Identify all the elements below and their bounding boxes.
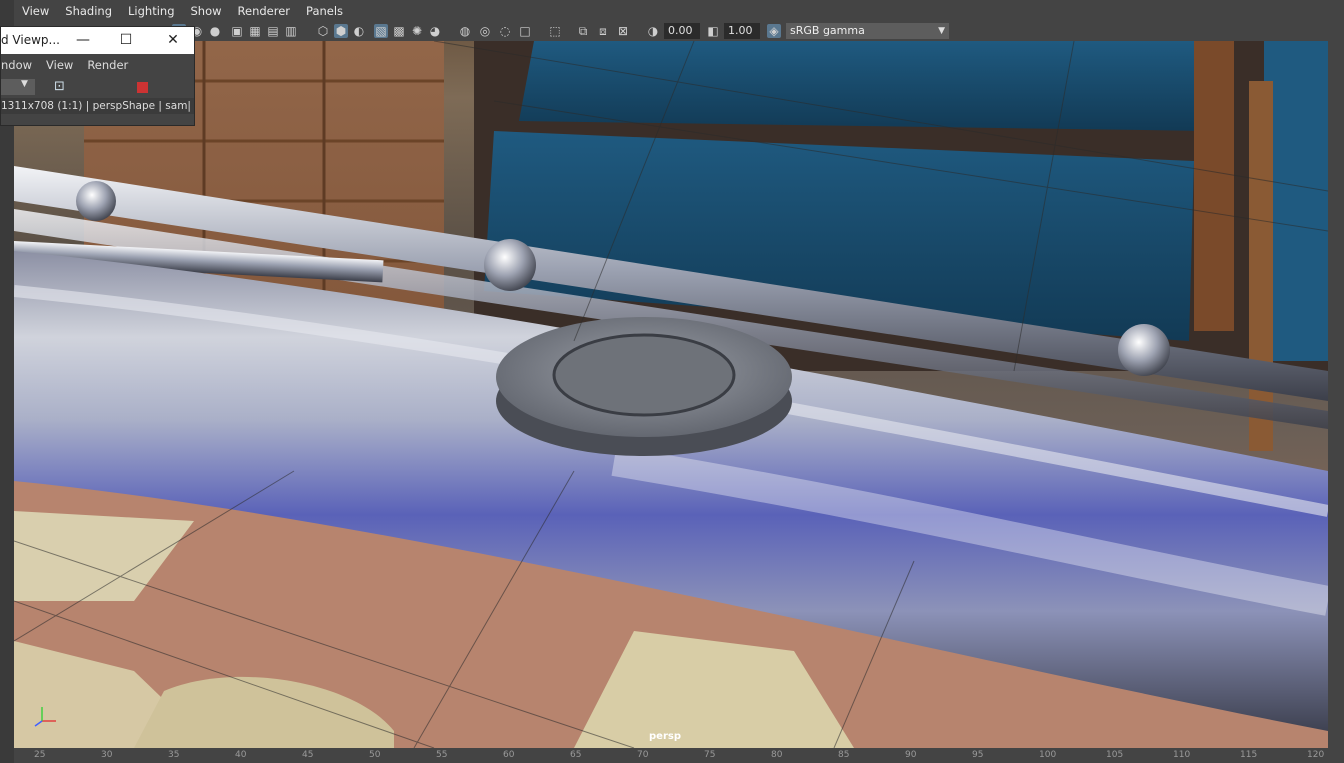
ambient-occlusion-icon[interactable]: ◍ <box>458 24 472 38</box>
menu-view[interactable]: View <box>14 0 57 22</box>
timeline-tick: 65 <box>570 750 582 760</box>
checker-icon[interactable]: ▩ <box>392 24 406 38</box>
timeline-tick: 110 <box>1173 750 1191 760</box>
image-plane-icon[interactable]: ▣ <box>230 24 244 38</box>
panel-toolbar: ■ ◉ ● ▣ ▦ ▤ ▥ ⬡ ⬢ ◐ ▧ ▩ ✺ ◕ ◍ ◎ ◌ □ ⬚ ⧉ … <box>14 22 1344 41</box>
antialiasing-icon[interactable]: ◌ <box>498 24 512 38</box>
isolate-select-icon[interactable]: □ <box>518 24 532 38</box>
timeline-tick: 100 <box>1039 750 1057 760</box>
color-management-icon[interactable]: ◈ <box>767 24 781 38</box>
smooth-shade-icon[interactable]: ⬢ <box>334 24 348 38</box>
timeline-tick: 55 <box>436 750 448 760</box>
panel-menubar: View Shading Lighting Show Renderer Pane… <box>14 0 1344 22</box>
time-slider[interactable]: 25 30 35 40 45 50 55 60 65 70 75 80 85 90 95 100 105 110 1… <box>14 748 1344 763</box>
timeline-tick: 25 <box>34 750 46 760</box>
menu-lighting[interactable]: Lighting <box>120 0 182 22</box>
bookmark-icon[interactable]: ● <box>208 24 222 38</box>
film-gate-icon[interactable]: ▤ <box>266 24 280 38</box>
timeline-tick: 105 <box>1106 750 1124 760</box>
stop-render-icon[interactable] <box>137 82 148 93</box>
render-view-titlebar[interactable]: d Viewp... — ☐ ✕ <box>1 27 194 54</box>
timeline-tick: 50 <box>369 750 381 760</box>
xray-components-icon[interactable]: ⧈ <box>596 24 610 38</box>
minimize-icon[interactable]: — <box>73 31 93 49</box>
timeline-tick: 90 <box>905 750 917 760</box>
xray-icon[interactable]: ⬚ <box>548 24 562 38</box>
menu-render-view[interactable]: View <box>46 58 73 72</box>
exposure-field[interactable]: 0.00 <box>664 23 700 39</box>
close-icon[interactable]: ✕ <box>163 31 183 49</box>
motion-blur-icon[interactable]: ◎ <box>478 24 492 38</box>
timeline-tick: 30 <box>101 750 113 760</box>
view-transform-select[interactable]: sRGB gamma ▼ <box>786 23 949 39</box>
render-view-toolbar: ▼ ⊡ <box>1 76 194 98</box>
resolution-gate-icon[interactable]: ▥ <box>284 24 298 38</box>
lights-icon[interactable]: ✺ <box>410 24 424 38</box>
exposure-icon[interactable]: ◑ <box>646 24 660 38</box>
xray-joints-icon[interactable]: ⧉ <box>576 24 590 38</box>
menu-renderer[interactable]: Renderer <box>230 0 299 22</box>
menu-shading[interactable]: Shading <box>57 0 120 22</box>
menu-panels[interactable]: Panels <box>298 0 351 22</box>
menu-render[interactable]: Render <box>87 58 128 72</box>
render-viewport[interactable]: persp <box>14 41 1328 748</box>
menu-window[interactable]: ndow <box>1 58 32 72</box>
crop-icon[interactable]: ⊠ <box>616 24 630 38</box>
timeline-tick: 80 <box>771 750 783 760</box>
render-view-window: d Viewp... — ☐ ✕ ndow View Render ▼ ⊡ 13… <box>0 26 195 126</box>
timeline-tick: 60 <box>503 750 515 760</box>
camera-label: persp <box>649 731 681 742</box>
timeline-tick: 115 <box>1240 750 1258 760</box>
menu-show[interactable]: Show <box>183 0 230 22</box>
grid-icon[interactable]: ▦ <box>248 24 262 38</box>
chevron-down-icon: ▼ <box>21 79 28 89</box>
render-view-menubar: ndow View Render <box>1 54 194 76</box>
timeline-tick: 85 <box>838 750 850 760</box>
timeline-tick: 45 <box>302 750 314 760</box>
renderer-dropdown[interactable] <box>1 79 35 95</box>
shaded-wireframe-icon[interactable]: ◐ <box>352 24 366 38</box>
shadows-icon[interactable]: ◕ <box>428 24 442 38</box>
timeline-tick: 75 <box>704 750 716 760</box>
timeline-tick: 120 <box>1307 750 1325 760</box>
chevron-down-icon: ▼ <box>938 26 945 36</box>
viewport-scrollbar[interactable] <box>1328 41 1344 748</box>
region-render-icon[interactable]: ⊡ <box>54 79 65 94</box>
timeline-tick: 95 <box>972 750 984 760</box>
rendered-scene <box>14 41 1328 748</box>
view-transform-value: sRGB gamma <box>790 24 865 37</box>
wireframe-icon[interactable]: ⬡ <box>316 24 330 38</box>
gamma-icon[interactable]: ◧ <box>706 24 720 38</box>
timeline-tick: 40 <box>235 750 247 760</box>
render-view-title: d Viewp... <box>1 33 60 47</box>
maximize-icon[interactable]: ☐ <box>116 31 136 49</box>
gamma-field[interactable]: 1.00 <box>724 23 760 39</box>
textured-icon[interactable]: ▧ <box>374 24 388 38</box>
timeline-tick: 70 <box>637 750 649 760</box>
render-view-status: 1311x708 (1:1) | perspShape | sam| <box>1 98 194 114</box>
timeline-tick: 35 <box>168 750 180 760</box>
